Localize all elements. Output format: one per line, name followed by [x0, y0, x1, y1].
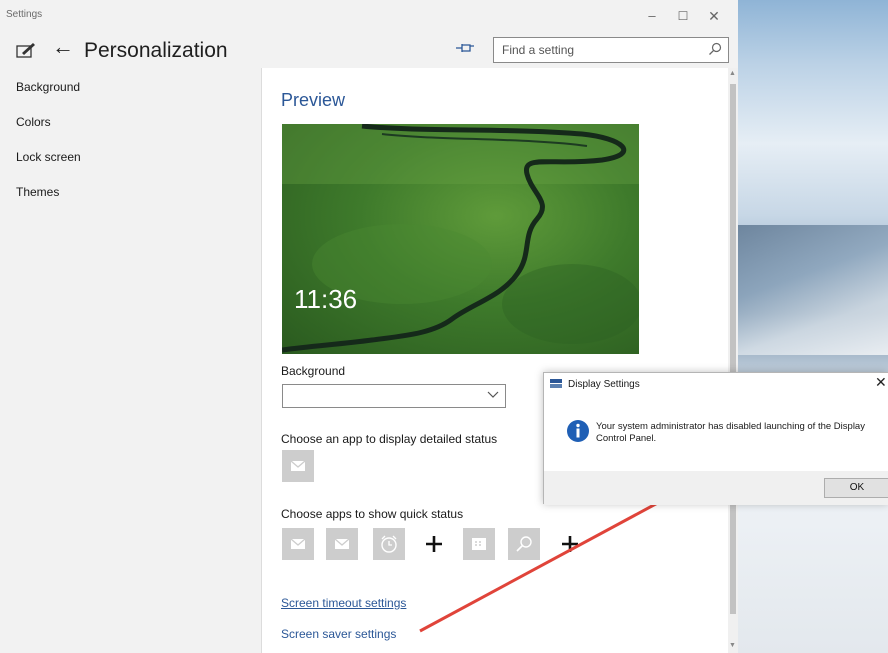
close-button[interactable]: ✕: [700, 6, 728, 26]
quick-status-tile-6[interactable]: [508, 528, 540, 560]
search-icon: [516, 536, 532, 552]
vertical-scrollbar[interactable]: ▲ ▼: [728, 68, 738, 653]
dialog-title: Display Settings: [568, 379, 640, 390]
lock-screen-preview: 11:36: [282, 124, 639, 354]
screen-timeout-link[interactable]: Screen timeout settings: [281, 596, 406, 610]
window-title: Settings: [6, 9, 43, 20]
quick-status-add-1[interactable]: [418, 528, 450, 560]
dialog-body: Your system administrator has disabled l…: [544, 397, 888, 471]
screen-saver-link[interactable]: Screen saver settings: [281, 627, 396, 641]
page-header: ← Personalization: [0, 32, 738, 68]
lock-screen-clock: 11:36: [294, 284, 358, 314]
dialog-footer: OK: [544, 471, 888, 505]
detailed-status-label: Choose an app to display detailed status: [281, 432, 498, 446]
title-bar: Settings – ☐ ✕: [0, 0, 738, 32]
mail-icon: [290, 538, 306, 549]
main-content: Preview 11:36 Background Choose an app t…: [263, 68, 728, 653]
calendar-icon: [472, 538, 486, 550]
dialog-message: Your system administrator has disabled l…: [596, 421, 865, 444]
quick-status-tile-1[interactable]: [282, 528, 314, 560]
plus-icon: [426, 536, 442, 552]
chevron-down-icon: [487, 391, 499, 398]
info-icon: [567, 420, 589, 442]
preview-heading: Preview: [281, 90, 346, 110]
search-icon[interactable]: [708, 42, 722, 56]
sidebar-item-lock-screen[interactable]: Lock screen: [16, 150, 81, 164]
sidebar-item-background[interactable]: Background: [16, 80, 80, 94]
display-settings-dialog: Display Settings ✕ Your system administr…: [543, 372, 888, 505]
mail-icon: [290, 460, 306, 471]
display-settings-icon: [550, 379, 562, 388]
dialog-title-bar: Display Settings ✕: [544, 373, 888, 397]
minimize-button[interactable]: –: [638, 6, 666, 26]
sidebar-item-themes[interactable]: Themes: [16, 185, 59, 199]
dialog-close-button[interactable]: ✕: [875, 374, 887, 391]
quick-status-tile-5[interactable]: [463, 528, 495, 560]
search-input[interactable]: [494, 38, 694, 62]
pin-icon[interactable]: [455, 40, 475, 56]
alarm-icon: [381, 535, 397, 553]
sidebar-item-colors[interactable]: Colors: [16, 115, 51, 129]
mail-icon: [334, 538, 350, 549]
scroll-down-icon[interactable]: ▼: [729, 642, 736, 649]
wallpaper-mountains: [736, 225, 888, 355]
detailed-status-app-tile[interactable]: [282, 450, 314, 482]
sidebar: Background Colors Lock screen Themes: [0, 68, 262, 653]
desktop-wallpaper: [736, 0, 888, 653]
settings-window: Settings – ☐ ✕ ← Personalization Backgro…: [0, 0, 738, 653]
background-dropdown[interactable]: [282, 384, 506, 408]
quick-status-tile-3[interactable]: [373, 528, 405, 560]
quick-status-tile-2[interactable]: [326, 528, 358, 560]
maximize-button[interactable]: ☐: [669, 6, 697, 26]
search-box[interactable]: [493, 37, 729, 63]
personalization-icon: [16, 43, 35, 58]
background-label: Background: [281, 364, 346, 378]
back-arrow-icon[interactable]: ←: [52, 34, 74, 60]
page-title: Personalization: [84, 39, 228, 62]
ok-button[interactable]: OK: [824, 478, 888, 498]
scroll-up-icon[interactable]: ▲: [729, 70, 736, 77]
river-landscape-image: [282, 124, 639, 353]
quick-status-label: Choose apps to show quick status: [281, 507, 464, 521]
quick-status-add-2[interactable]: [554, 528, 586, 560]
scrollbar-thumb[interactable]: [730, 84, 736, 614]
plus-icon: [562, 536, 578, 552]
